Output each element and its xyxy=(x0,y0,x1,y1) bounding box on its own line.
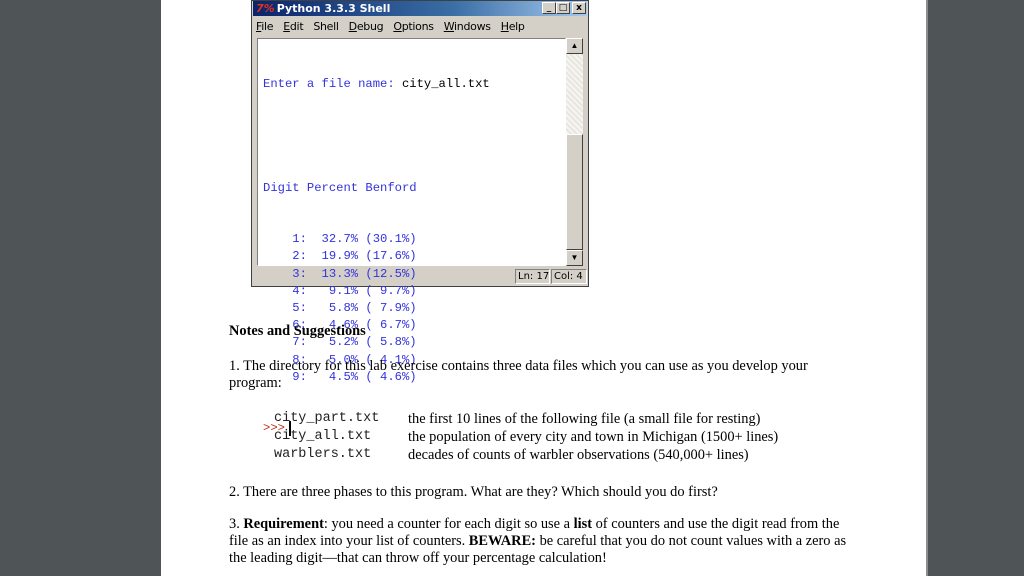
result-row: 5: 5.8% ( 7.9%) xyxy=(263,300,565,317)
file-name: warblers.txt xyxy=(274,447,372,462)
file-description: the first 10 lines of the following file… xyxy=(408,411,761,427)
file-row: warblers.txt decades of counts of warbler… xyxy=(274,446,778,464)
column-number: Col: 4 xyxy=(551,269,587,284)
menu-shell[interactable]: Shell xyxy=(313,18,339,36)
digit: 2: xyxy=(263,249,307,264)
benford: ( 6.7%) xyxy=(358,318,417,333)
file-description: the population of every city and town in… xyxy=(408,429,779,445)
maximize-button[interactable]: □ xyxy=(556,2,570,14)
file-name: city_part.txt xyxy=(274,411,380,426)
shell-output[interactable]: Enter a file name: city_all.txt Digit Pe… xyxy=(257,38,566,436)
file-row: city_all.txt the population of every city… xyxy=(274,428,778,446)
line-number: Ln: 17 xyxy=(515,269,550,284)
benford: (17.6%) xyxy=(358,249,417,264)
digit: 5: xyxy=(263,300,307,315)
menu-help[interactable]: Help xyxy=(501,18,525,36)
input-value: city_all.txt xyxy=(401,77,490,92)
menu-bar: File Edit Shell Debug Options Windows Help xyxy=(256,18,525,36)
python-shell-window: 7% Python 3.3.3 Shell _ □ x File Edit Shell… xyxy=(251,0,589,436)
benford: ( 5.8%) xyxy=(358,335,417,350)
data-files-list: city_part.txt the first 10 lines of the f… xyxy=(274,410,778,464)
benford: (30.1%) xyxy=(358,232,417,247)
minimize-button[interactable]: _ xyxy=(542,2,556,14)
requirement-label: Requirement xyxy=(243,516,324,532)
notes-heading: Notes and Suggestions xyxy=(229,323,366,339)
page-edge xyxy=(926,0,928,576)
beware-label: BEWARE: xyxy=(468,533,536,549)
vertical-scrollbar[interactable]: ▲ ▼ xyxy=(566,38,583,266)
result-row: 2: 19.9% (17.6%) xyxy=(263,248,565,265)
scroll-down-arrow-icon[interactable]: ▼ xyxy=(566,250,583,266)
file-name: city_all.txt xyxy=(274,429,372,444)
menu-edit[interactable]: Edit xyxy=(283,18,303,36)
scroll-up-arrow-icon[interactable]: ▲ xyxy=(566,38,583,54)
percent: 32.7% xyxy=(306,232,359,247)
file-description: decades of counts of warbler observation… xyxy=(408,447,749,463)
benford: ( 7.9%) xyxy=(358,300,417,315)
menu-windows[interactable]: Windows xyxy=(444,18,491,36)
percent: 19.9% xyxy=(306,249,359,264)
window-title: Python 3.3.3 Shell xyxy=(276,2,391,15)
result-row: 1: 32.7% (30.1%) xyxy=(263,231,565,248)
note-item-3: 3. Requirement: you need a counter for e… xyxy=(229,516,847,566)
menu-debug[interactable]: Debug xyxy=(349,18,384,36)
input-prompt: Enter a file name: xyxy=(263,77,402,92)
list-word: list xyxy=(573,516,593,532)
idle-logo-icon: 7% xyxy=(256,2,275,15)
percent: 5.8% xyxy=(306,300,359,315)
note-item-1: 1. The directory for this lab exercise c… xyxy=(229,358,808,391)
title-bar[interactable]: 7% Python 3.3.3 Shell _ □ x xyxy=(253,1,587,16)
menu-options[interactable]: Options xyxy=(393,18,434,36)
scrollbar-thumb[interactable] xyxy=(566,134,583,250)
digit: 1: xyxy=(263,232,307,247)
menu-file[interactable]: File xyxy=(256,18,274,36)
status-bar: Ln: 17 Col: 4 xyxy=(252,267,588,286)
close-button[interactable]: x xyxy=(572,2,586,14)
note-item-2: 2. There are three phases to this progra… xyxy=(229,484,718,500)
input-line: Enter a file name: city_all.txt xyxy=(263,76,565,93)
file-row: city_part.txt the first 10 lines of the f… xyxy=(274,410,778,428)
table-header: Digit Percent Benford xyxy=(263,180,417,195)
